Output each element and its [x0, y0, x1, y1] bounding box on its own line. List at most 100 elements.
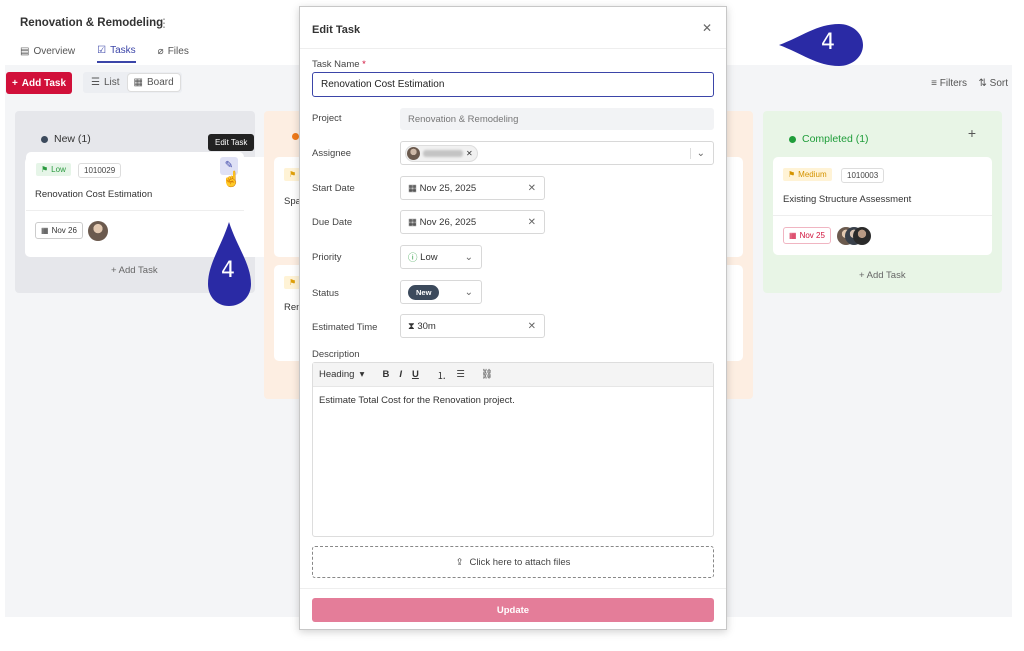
task-card[interactable]: ⚑ Medium 1010003 Existing Structure Asses… — [773, 157, 992, 255]
filter-icon: ≡ — [931, 78, 937, 89]
avatar — [88, 221, 108, 241]
task-id-badge: 1010029 — [78, 163, 122, 178]
project-label: Project — [312, 113, 342, 124]
description-label: Description — [312, 349, 360, 360]
upload-icon: ⇪ — [455, 556, 464, 568]
assignee-label: Assignee — [312, 148, 352, 159]
flag-icon: ⚑ — [788, 170, 796, 179]
heading-select[interactable]: Heading ▾ — [319, 369, 364, 380]
due-date-badge: ▦ Nov 25 — [783, 227, 831, 244]
calendar-icon: ▦ — [41, 226, 49, 235]
chevron-down-icon: ⌄ — [464, 286, 473, 298]
editor-toolbar: Heading ▾ B I U ⒈ ☰ ⛓ — [313, 363, 713, 387]
clear-icon[interactable]: ✕ — [528, 217, 536, 228]
sort-icon: ⇅ — [978, 78, 987, 89]
chevron-down-icon[interactable]: ⌄ — [689, 147, 705, 159]
remove-icon[interactable]: ✕ — [466, 149, 473, 158]
board-view-button[interactable]: ▦ Board — [127, 74, 180, 91]
paperclip-icon: ⌀ — [157, 46, 164, 57]
hourglass-icon: ⧗ — [408, 320, 415, 332]
sort-button[interactable]: ⇅ Sort — [978, 78, 1008, 89]
add-task-button[interactable]: + Add Task — [6, 72, 72, 94]
assignee-chip: ✕ — [405, 144, 478, 162]
footer-divider — [300, 588, 726, 589]
column-header: New (1) — [41, 133, 91, 145]
start-date-label: Start Date — [312, 183, 355, 194]
status-dot — [41, 135, 48, 143]
due-date-label: Due Date — [312, 217, 353, 228]
calendar-icon: ▦ — [408, 216, 417, 228]
info-circle-icon: ⓘ — [408, 253, 418, 264]
kebab-icon[interactable]: ⋮ — [158, 16, 170, 30]
list-icon: ☰ — [91, 77, 100, 88]
filters-button[interactable]: ≡ Filters — [931, 78, 967, 89]
project-field: Renovation & Remodeling — [400, 108, 714, 130]
edit-task-tooltip: Edit Task — [208, 134, 255, 151]
edit-task-modal: Edit Task ✕ Task Name * Renovation Cost … — [299, 6, 727, 630]
task-title: Renovation Cost Estimation — [35, 189, 153, 200]
modal-title: Edit Task — [312, 24, 361, 36]
checkbox-icon: ☑ — [97, 45, 107, 56]
assignee-select[interactable]: ✕ ⌄ — [400, 141, 714, 165]
card-divider — [26, 210, 244, 211]
clear-icon[interactable]: ✕ — [528, 321, 536, 332]
task-title: Existing Structure Assessment — [783, 194, 912, 205]
list-view-button[interactable]: ☰ List — [85, 74, 126, 91]
calendar-icon: ▦ — [789, 231, 797, 240]
priority-badge: ⚑ Medium — [783, 168, 832, 181]
description-text[interactable]: Estimate Total Cost for the Renovation p… — [313, 387, 713, 414]
step-number: 4 — [221, 258, 235, 283]
status-badge: New — [408, 284, 440, 300]
close-icon[interactable]: ✕ — [702, 21, 712, 35]
board-icon: ▦ — [133, 77, 143, 88]
view-toggle: ☰ List ▦ Board — [83, 72, 182, 93]
status-dot — [292, 133, 299, 140]
add-task-link[interactable]: + Add Task — [111, 265, 158, 276]
attach-files-dropzone[interactable]: ⇪ Click here to attach files — [312, 546, 714, 578]
hand-cursor-icon: ☝ — [222, 171, 241, 188]
chevron-down-icon: ⌄ — [464, 251, 473, 263]
bold-icon[interactable]: B — [382, 369, 389, 380]
task-name-input[interactable]: Renovation Cost Estimation — [312, 72, 714, 97]
column-add-icon[interactable]: + — [968, 125, 976, 141]
ordered-list-icon[interactable]: ⒈ — [437, 368, 447, 382]
project-tabs: ▤ Overview ☑ Tasks ⌀ Files — [20, 45, 189, 63]
blurred-name — [423, 149, 463, 157]
underline-icon[interactable]: U — [412, 369, 419, 380]
flag-icon: ⚑ — [41, 165, 49, 174]
tab-files[interactable]: ⌀ Files — [158, 45, 189, 63]
card-divider — [773, 215, 992, 216]
project-title: Renovation & Remodeling — [20, 17, 164, 29]
estimated-time-field[interactable]: ⧗ 30m ✕ — [400, 314, 545, 338]
italic-icon[interactable]: I — [399, 369, 402, 380]
plus-icon: + — [11, 77, 18, 89]
status-label: Status — [312, 288, 339, 299]
task-id-badge: 1010003 — [841, 168, 885, 183]
description-editor: Heading ▾ B I U ⒈ ☰ ⛓ Estimate Total Cos… — [312, 362, 714, 537]
priority-select[interactable]: ⓘ Low ⌄ — [400, 245, 482, 269]
modal-header: Edit Task ✕ — [300, 7, 726, 49]
tab-tasks[interactable]: ☑ Tasks — [97, 45, 136, 63]
column-completed: Completed (1) + ⚑ Medium 1010003 Existing… — [763, 111, 1002, 293]
calendar-icon: ▦ — [408, 182, 417, 194]
clipboard-icon: ▤ — [20, 46, 30, 57]
avatar — [407, 146, 420, 160]
clear-icon[interactable]: ✕ — [528, 183, 536, 194]
priority-badge: ⚑ Low — [36, 163, 71, 176]
status-select[interactable]: New ⌄ — [400, 280, 482, 304]
avatar — [853, 227, 871, 245]
bullet-list-icon[interactable]: ☰ — [456, 369, 465, 380]
link-icon[interactable]: ⛓ — [481, 369, 493, 380]
due-date-badge: ▦ Nov 26 — [35, 222, 83, 239]
step-number: 4 — [821, 30, 835, 55]
status-dot — [789, 135, 796, 143]
estimated-time-label: Estimated Time — [312, 322, 378, 333]
start-date-field[interactable]: ▦ Nov 25, 2025 ✕ — [400, 176, 545, 200]
priority-label: Priority — [312, 252, 342, 263]
add-task-link[interactable]: + Add Task — [859, 270, 906, 281]
update-button[interactable]: Update — [312, 598, 714, 622]
tab-overview[interactable]: ▤ Overview — [20, 45, 75, 63]
task-name-label: Task Name * — [312, 59, 366, 70]
due-date-field[interactable]: ▦ Nov 26, 2025 ✕ — [400, 210, 545, 234]
column-header: Completed (1) — [789, 133, 869, 145]
